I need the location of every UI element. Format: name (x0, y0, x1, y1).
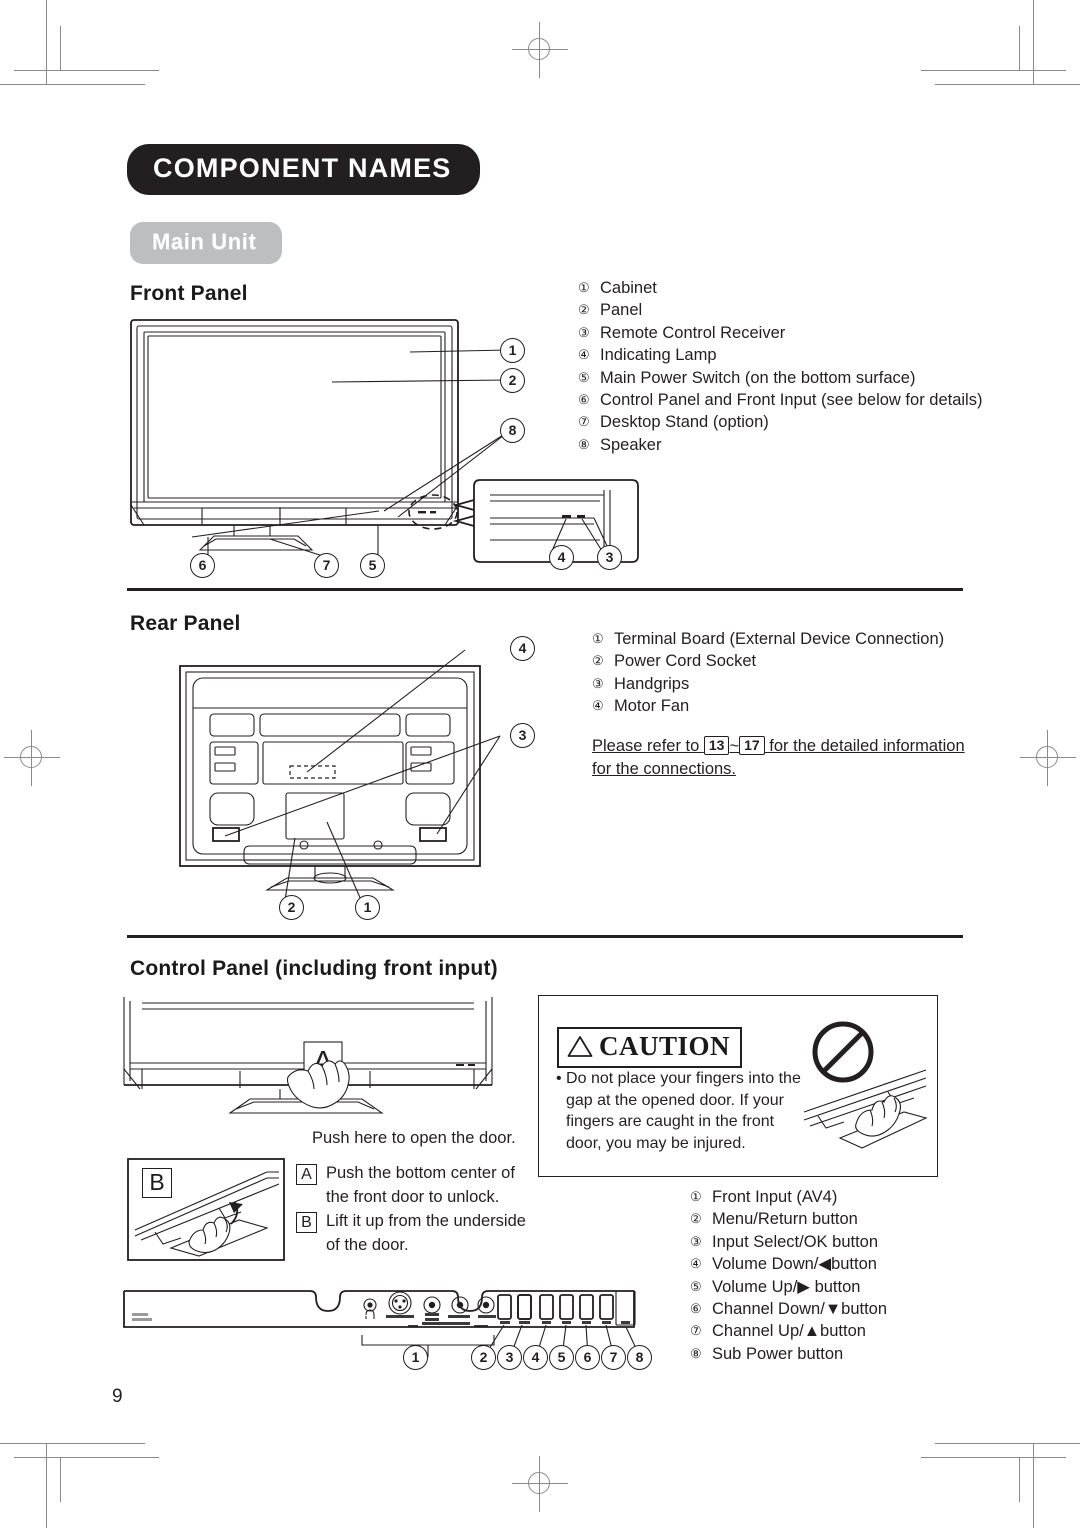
step-a-text: Push the bottom center of the front door … (326, 1164, 515, 1206)
control-panel-list: ① Front Input (AV4) ② Menu/Return button ③… (690, 1186, 887, 1365)
list-item: ④ Volume Down/◀button (690, 1255, 877, 1274)
caution-title: CAUTION (599, 1031, 731, 1061)
caution-body: • Do not place your fingers into the gap… (556, 1070, 801, 1152)
note-tilde: ~ (729, 737, 740, 755)
strip-callout-4: 4 (523, 1345, 548, 1370)
list-item: ③ Input Select/OK button (690, 1232, 879, 1251)
list-item: ① Cabinet (578, 279, 657, 297)
crop-mark-bottom-left (0, 1388, 200, 1528)
registration-mark-right (1020, 730, 1076, 786)
strip-callout-1: 1 (403, 1345, 428, 1370)
front-panel-illustration (122, 312, 642, 582)
crop-mark-top-right (880, 0, 1080, 140)
step-a: A Push the bottom center of the front doo… (296, 1161, 526, 1209)
registration-mark-bottom (512, 1456, 568, 1512)
strip-callout-7: 7 (601, 1345, 626, 1370)
step-a-key: A (296, 1161, 326, 1186)
page-ref-from[interactable]: 13 (703, 736, 730, 755)
front-callout-3: 3 (597, 545, 622, 570)
rear-callout-3: 3 (510, 723, 535, 748)
note-text-after: for the detailed information (764, 737, 965, 755)
front-panel-heading: Front Panel (130, 282, 248, 305)
section-title: Main Unit (130, 222, 283, 264)
step-b-text: Lift it up from the underside of the door… (326, 1212, 526, 1254)
chapter-title: COMPONENT NAMES (127, 144, 480, 195)
rear-callout-4: 4 (510, 636, 535, 661)
strip-callout-5: 5 (549, 1345, 574, 1370)
step-b-key: B (296, 1209, 326, 1234)
list-item: ① Front Input (AV4) (690, 1188, 838, 1206)
rear-panel-illustration (155, 638, 555, 928)
list-item: ⑤ Volume Up/▶ button (690, 1277, 861, 1296)
control-panel-heading: Control Panel (including front input) (130, 957, 498, 980)
registration-mark-left (4, 730, 60, 786)
note-text-line2: for the connections. (592, 760, 737, 778)
strip-callout-2: 2 (471, 1345, 496, 1370)
list-item: ④ Motor Fan (592, 697, 690, 716)
rear-panel-heading: Rear Panel (130, 612, 241, 635)
registration-mark-top (512, 22, 568, 78)
front-callout-1: 1 (500, 338, 525, 363)
strip-callout-3: 3 (497, 1345, 522, 1370)
strip-callout-6: 6 (575, 1345, 600, 1370)
front-callout-2: 2 (500, 368, 525, 393)
door-open-steps: A Push the bottom center of the front doo… (296, 1161, 526, 1257)
divider-control (127, 935, 963, 938)
label-b-box: B (142, 1168, 172, 1198)
note-text-before: Please refer to (592, 737, 704, 755)
list-item: ③ Handgrips (592, 674, 690, 693)
page-number: 9 (112, 1386, 123, 1407)
caution-header: CAUTION (557, 1027, 743, 1068)
crop-mark-bottom-right (880, 1388, 1080, 1528)
rear-panel-reference-note: Please refer to 13 ~17 for the detailed i… (592, 735, 982, 781)
warning-triangle-icon (567, 1036, 593, 1057)
page-ref-to[interactable]: 17 (739, 736, 765, 755)
list-item: ② Menu/Return button (690, 1210, 858, 1229)
list-item: ⑥ Channel Down/▼button (690, 1300, 888, 1319)
divider-rear (127, 588, 963, 591)
rear-callout-2: 2 (279, 895, 304, 920)
front-callout-5: 5 (360, 553, 385, 578)
front-callout-6: 6 (190, 553, 215, 578)
list-item: ② Power Cord Socket (592, 652, 757, 671)
caution-illustration (800, 1020, 930, 1160)
door-open-illustration: A (112, 985, 532, 1140)
crop-mark-top-left (0, 0, 200, 140)
strip-callout-8: 8 (627, 1345, 652, 1370)
push-caption: Push here to open the door. (312, 1129, 516, 1147)
step-b: B Lift it up from the underside of the do… (296, 1209, 526, 1257)
rear-callout-1: 1 (355, 895, 380, 920)
rear-panel-list: ① Terminal Board (External Device Connect… (592, 628, 944, 718)
list-item: ⑦ Channel Up/▲button (690, 1322, 866, 1341)
front-callout-8: 8 (500, 418, 525, 443)
list-item: ⑧ Sub Power button (690, 1344, 844, 1363)
manual-page: COMPONENT NAMES Main Unit Front Panel ①C… (0, 0, 1080, 1528)
list-item: ① Terminal Board (External Device Connect… (592, 630, 945, 648)
front-callout-4: 4 (549, 545, 574, 570)
front-callout-7: 7 (314, 553, 339, 578)
